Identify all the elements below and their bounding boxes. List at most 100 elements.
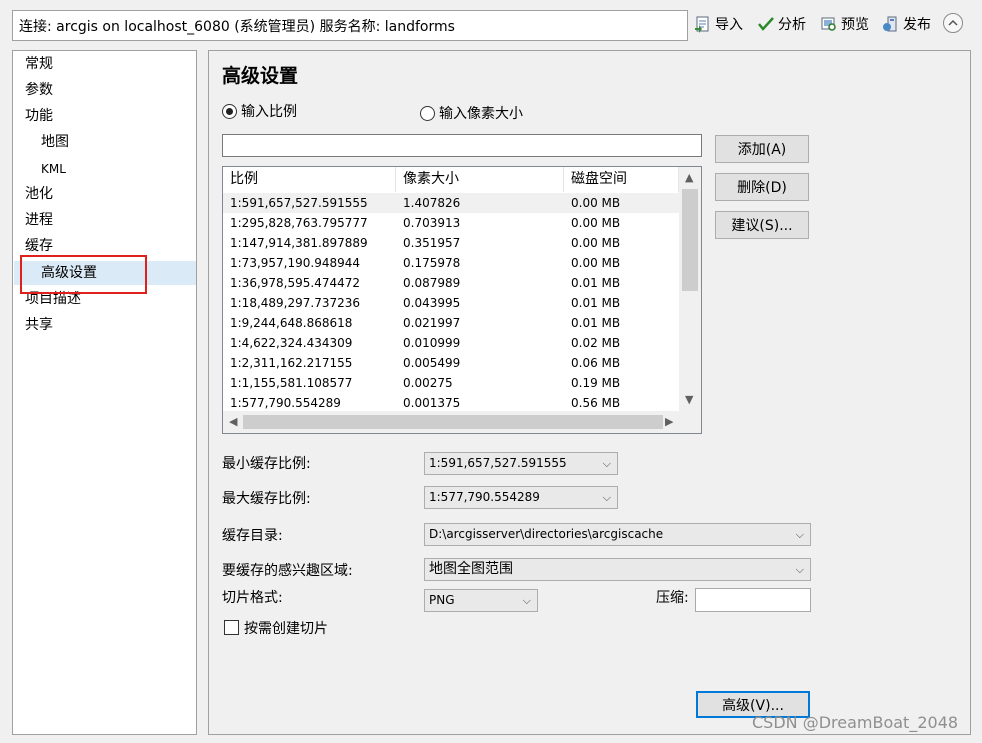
table-row[interactable]: 1:4,622,324.434309 0.010999 0.02 MB	[223, 333, 679, 353]
nav-item-parameters[interactable]: 参数	[25, 78, 53, 102]
cell-pixel-size: 0.021997	[403, 316, 461, 330]
table-row[interactable]: 1:18,489,297.737236 0.043995 0.01 MB	[223, 293, 679, 313]
table-row[interactable]: 1:147,914,381.897889 0.351957 0.00 MB	[223, 233, 679, 253]
on-demand-checkbox[interactable]	[224, 620, 239, 635]
scroll-down-icon[interactable]: ▼	[685, 393, 693, 406]
cell-scale: 1:1,155,581.108577	[230, 376, 353, 390]
column-header-pixel-size[interactable]: 像素大小	[396, 167, 564, 192]
cell-pixel-size: 0.087989	[403, 276, 461, 290]
cell-scale: 1:577,790.554289	[230, 396, 341, 410]
cell-scale: 1:147,914,381.897889	[230, 236, 368, 250]
preview-icon	[821, 17, 836, 31]
analyze-label: 分析	[778, 17, 806, 33]
import-icon	[695, 16, 709, 33]
chevron-down-icon: ⌵	[522, 594, 531, 607]
cell-scale: 1:18,489,297.737236	[230, 296, 361, 310]
radio-input-pixel-size[interactable]: 输入像素大小	[420, 103, 523, 123]
aoi-value: 地图全图范围	[429, 561, 513, 577]
cell-pixel-size: 1.407826	[403, 196, 461, 210]
scale-input[interactable]	[222, 134, 702, 157]
table-row[interactable]: 1:9,244,648.868618 0.021997 0.01 MB	[223, 313, 679, 333]
table-row[interactable]: 1:577,790.554289 0.001375 0.56 MB	[223, 393, 679, 413]
table-row[interactable]: 1:73,957,190.948944 0.175978 0.00 MB	[223, 253, 679, 273]
cell-scale: 1:2,311,162.217155	[230, 356, 353, 370]
cell-disk-space: 0.00 MB	[571, 216, 621, 230]
import-button[interactable]: 导入	[694, 13, 743, 35]
table-row[interactable]: 1:295,828,763.795777 0.703913 0.00 MB	[223, 213, 679, 233]
add-button[interactable]: 添加(A)	[715, 135, 809, 163]
radio-input-scale[interactable]: 输入比例	[222, 101, 297, 121]
horizontal-scroll-thumb[interactable]	[243, 415, 663, 429]
scale-table[interactable]: 比例 像素大小 磁盘空间 1:591,657,527.591555 1.40782…	[222, 166, 702, 434]
max-scale-select[interactable]: 1:577,790.554289 ⌵	[424, 486, 618, 509]
cell-pixel-size: 0.00275	[403, 376, 453, 390]
cell-disk-space: 0.02 MB	[571, 336, 621, 350]
publish-icon	[883, 16, 897, 32]
column-header-scale[interactable]: 比例	[223, 167, 396, 192]
scroll-left-icon[interactable]: ◀	[229, 415, 237, 428]
nav-item-pooling[interactable]: 池化	[25, 182, 53, 206]
aoi-label: 要缓存的感兴趣区域:	[222, 563, 353, 579]
chevron-down-icon: ⌵	[602, 491, 611, 504]
table-row[interactable]: 1:36,978,595.474472 0.087989 0.01 MB	[223, 273, 679, 293]
chevron-up-icon	[948, 19, 958, 26]
compress-input[interactable]	[695, 588, 811, 612]
publish-label: 发布	[903, 17, 931, 33]
cell-disk-space: 0.19 MB	[571, 376, 621, 390]
preview-label: 预览	[841, 17, 869, 33]
publish-button[interactable]: 发布	[882, 13, 931, 35]
cell-pixel-size: 0.043995	[403, 296, 461, 310]
nav-item-map[interactable]: 地图	[41, 130, 69, 154]
scroll-right-icon[interactable]: ▶	[665, 415, 673, 428]
cell-disk-space: 0.00 MB	[571, 236, 621, 250]
cell-disk-space: 0.01 MB	[571, 316, 621, 330]
scroll-up-icon[interactable]: ▲	[685, 171, 693, 184]
nav-item-caching[interactable]: 缓存	[25, 234, 53, 258]
analyze-button[interactable]: 分析	[757, 13, 806, 35]
radio-selected-icon	[222, 103, 237, 119]
table-row[interactable]: 1:1,155,581.108577 0.00275 0.19 MB	[223, 373, 679, 393]
tile-format-select[interactable]: PNG ⌵	[424, 589, 538, 612]
nav-item-kml[interactable]: KML	[41, 157, 66, 181]
cache-dir-select[interactable]: D:\arcgisserver\directories\arcgiscache …	[424, 523, 811, 546]
cell-scale: 1:9,244,648.868618	[230, 316, 353, 330]
cell-disk-space: 0.56 MB	[571, 396, 621, 410]
max-scale-value: 1:577,790.554289	[429, 490, 540, 504]
max-scale-label: 最大缓存比例:	[222, 491, 311, 507]
cell-scale: 1:73,957,190.948944	[230, 256, 361, 270]
on-demand-label: 按需创建切片	[244, 621, 328, 637]
min-scale-select[interactable]: 1:591,657,527.591555 ⌵	[424, 452, 618, 475]
tile-format-label: 切片格式:	[222, 590, 283, 606]
left-nav: 常规 参数 功能 地图 KML 池化 进程 缓存 高级设置 项目描述 共享	[12, 50, 197, 735]
vertical-scroll-thumb[interactable]	[682, 189, 698, 291]
aoi-select[interactable]: 地图全图范围 ⌵	[424, 558, 811, 581]
column-header-disk-space[interactable]: 磁盘空间	[564, 167, 679, 192]
preview-button[interactable]: 预览	[820, 13, 869, 35]
cell-pixel-size: 0.001375	[403, 396, 461, 410]
table-row[interactable]: 1:2,311,162.217155 0.005499 0.06 MB	[223, 353, 679, 373]
cell-disk-space: 0.00 MB	[571, 196, 621, 210]
chevron-down-icon: ⌵	[795, 528, 804, 541]
nav-item-capabilities[interactable]: 功能	[25, 104, 53, 128]
cell-disk-space: 0.01 MB	[571, 296, 621, 310]
vertical-scrollbar[interactable]: ▲ ▼	[679, 167, 701, 411]
nav-item-item-description[interactable]: 项目描述	[25, 287, 81, 311]
collapse-button[interactable]	[943, 13, 963, 33]
cell-pixel-size: 0.703913	[403, 216, 461, 230]
delete-button[interactable]: 删除(D)	[715, 173, 809, 201]
nav-item-general[interactable]: 常规	[25, 52, 53, 76]
tile-format-value: PNG	[429, 593, 455, 607]
watermark: CSDN @DreamBoat_2048	[752, 713, 959, 732]
compress-label: 压缩:	[656, 590, 689, 606]
checkmark-icon	[758, 17, 774, 31]
nav-item-advanced-settings[interactable]: 高级设置	[14, 261, 196, 285]
chevron-down-icon: ⌵	[602, 457, 611, 470]
table-row[interactable]: 1:591,657,527.591555 1.407826 0.00 MB	[223, 193, 679, 213]
cell-pixel-size: 0.005499	[403, 356, 461, 370]
chevron-down-icon: ⌵	[795, 563, 804, 576]
suggest-button[interactable]: 建议(S)...	[715, 211, 809, 239]
min-scale-label: 最小缓存比例:	[222, 456, 311, 472]
nav-item-processes[interactable]: 进程	[25, 208, 53, 232]
horizontal-scrollbar[interactable]: ◀ ▶	[223, 411, 701, 433]
nav-item-sharing[interactable]: 共享	[25, 313, 53, 337]
